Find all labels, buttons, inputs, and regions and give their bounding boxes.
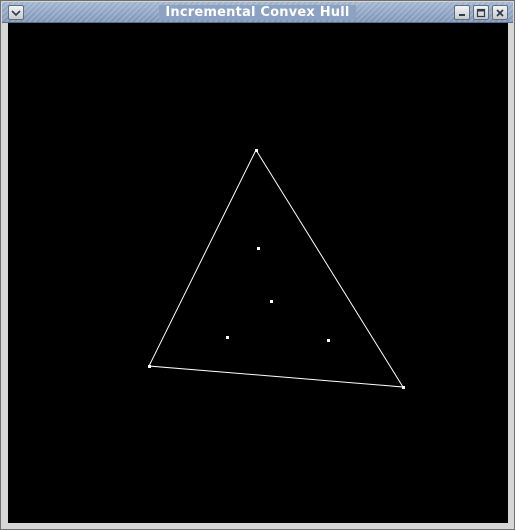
point-7 xyxy=(327,339,330,342)
points-layer xyxy=(148,149,405,389)
convex-hull-polygon xyxy=(148,148,404,388)
point-4 xyxy=(257,247,260,250)
close-icon xyxy=(496,8,504,17)
maximize-button[interactable] xyxy=(473,5,489,20)
maximize-icon xyxy=(476,8,486,17)
app-window: Incremental Convex Hull xyxy=(0,0,515,530)
minimize-icon xyxy=(459,13,465,16)
point-3 xyxy=(402,386,405,389)
point-1 xyxy=(255,149,258,152)
window-title: Incremental Convex Hull xyxy=(2,5,513,20)
point-5 xyxy=(270,300,273,303)
drawing-canvas[interactable] xyxy=(8,23,508,523)
point-6 xyxy=(226,336,229,339)
minimize-button[interactable] xyxy=(454,5,470,20)
title-bar[interactable]: Incremental Convex Hull xyxy=(2,2,513,23)
hull-drawing xyxy=(148,148,405,389)
window-title-text: Incremental Convex Hull xyxy=(159,5,356,20)
close-button[interactable] xyxy=(492,5,508,20)
point-2 xyxy=(148,365,151,368)
